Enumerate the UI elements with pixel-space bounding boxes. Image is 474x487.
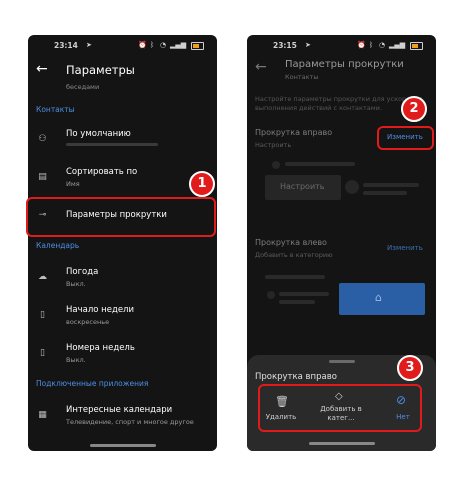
preview-configure-label: Настроить: [280, 182, 325, 191]
calendar-add-icon: ▦: [38, 410, 47, 420]
bluetooth-icon: ᛒ: [369, 41, 374, 49]
preview-line: [363, 191, 407, 195]
back-arrow-icon[interactable]: ←: [36, 61, 48, 77]
item-title: Интересные календари: [66, 405, 173, 415]
back-arrow-icon[interactable]: ←: [255, 59, 267, 75]
bluetooth-icon: ᛒ: [150, 41, 155, 49]
signal-icon: ▂▄▆: [170, 41, 187, 49]
battery-icon: [410, 42, 423, 50]
page-subtitle: Контакты: [285, 73, 319, 81]
highlight-swipe-options: [26, 197, 216, 237]
alarm-icon: ⏰: [357, 41, 366, 49]
id-card-icon: ▤: [38, 172, 47, 182]
status-bar: 23:15 ➤ ⏰ ᛒ ◔ ▂▄▆: [247, 35, 436, 55]
sheet-title: Прокрутка вправо: [255, 372, 337, 382]
item-sub: воскресенье: [66, 318, 110, 326]
wifi-icon: ◔: [379, 41, 386, 49]
item-title: Погода: [66, 267, 99, 277]
status-bar: 23:14 ➤ ⏰ ᛒ ◔ ▂▄▆: [28, 35, 217, 55]
section-calendar: Календарь: [36, 241, 80, 250]
gesture-bar: [90, 444, 156, 447]
highlight-action-options: [258, 384, 422, 432]
calendar-icon: ▯: [40, 348, 45, 358]
page-title: Параметры прокрутки: [285, 59, 404, 70]
status-time: 23:14: [54, 41, 78, 50]
telegram-icon: ➤: [86, 41, 92, 49]
sheet-drag-handle[interactable]: [329, 360, 355, 363]
gesture-bar: [309, 442, 375, 445]
page-title: Параметры: [66, 63, 135, 77]
preview-line: [285, 162, 355, 166]
swipe-left-sub: Добавить в категорию: [255, 251, 333, 259]
alarm-icon: ⏰: [138, 41, 147, 49]
status-time: 23:15: [273, 41, 297, 50]
item-title: Начало недели: [66, 305, 135, 315]
swipe-left-title: Прокрутка влево: [255, 238, 327, 247]
item-title: Сортировать по: [66, 167, 138, 177]
section-connected-apps: Подключенные приложения: [36, 379, 149, 388]
item-sub: Выкл.: [66, 280, 86, 288]
battery-icon: [191, 42, 204, 50]
item-sub: Имя: [66, 180, 80, 188]
blurred-account-text: [66, 143, 158, 146]
section-contacts: Контакты: [36, 105, 75, 114]
preview-avatar: [272, 161, 280, 169]
preview-action-area: Настроить: [265, 175, 341, 200]
telegram-icon: ➤: [305, 41, 311, 49]
signal-icon: ▂▄▆: [389, 41, 406, 49]
item-sub: Выкл.: [66, 356, 86, 364]
item-sub: Телевидение, спорт и многое другое: [66, 418, 194, 426]
preview-line: [363, 183, 419, 187]
preview-category-action: ⌂: [339, 283, 425, 315]
preview-line: [279, 300, 315, 304]
swipe-description: Настройте параметры прокрутки для ускоре…: [255, 95, 423, 112]
contacts-icon: ⚇: [38, 134, 47, 144]
swipe-right-sub: Настроить: [255, 141, 292, 149]
preview-avatar: [345, 180, 359, 194]
highlight-change-button: [377, 126, 434, 150]
step-badge-3: 3: [397, 355, 423, 381]
calendar-icon: ▯: [40, 310, 45, 320]
wifi-icon: ◔: [160, 41, 167, 49]
step-badge-1: 1: [189, 171, 215, 197]
swipe-left-change-button[interactable]: Изменить: [387, 244, 423, 252]
cloud-icon: ☁: [38, 272, 47, 282]
clipped-item-sub: беседами: [66, 83, 100, 91]
item-title: По умолчанию: [66, 129, 131, 139]
swipe-right-title: Прокрутка вправо: [255, 128, 333, 137]
preview-line: [279, 292, 329, 296]
tag-icon: ⌂: [375, 291, 382, 304]
step-badge-2: 2: [401, 96, 427, 122]
phone-screen-settings: 23:14 ➤ ⏰ ᛒ ◔ ▂▄▆ ← Параметры беседами К…: [28, 35, 217, 451]
preview-avatar: [267, 291, 275, 299]
item-title: Номера недель: [66, 343, 135, 353]
preview-line: [265, 275, 325, 279]
